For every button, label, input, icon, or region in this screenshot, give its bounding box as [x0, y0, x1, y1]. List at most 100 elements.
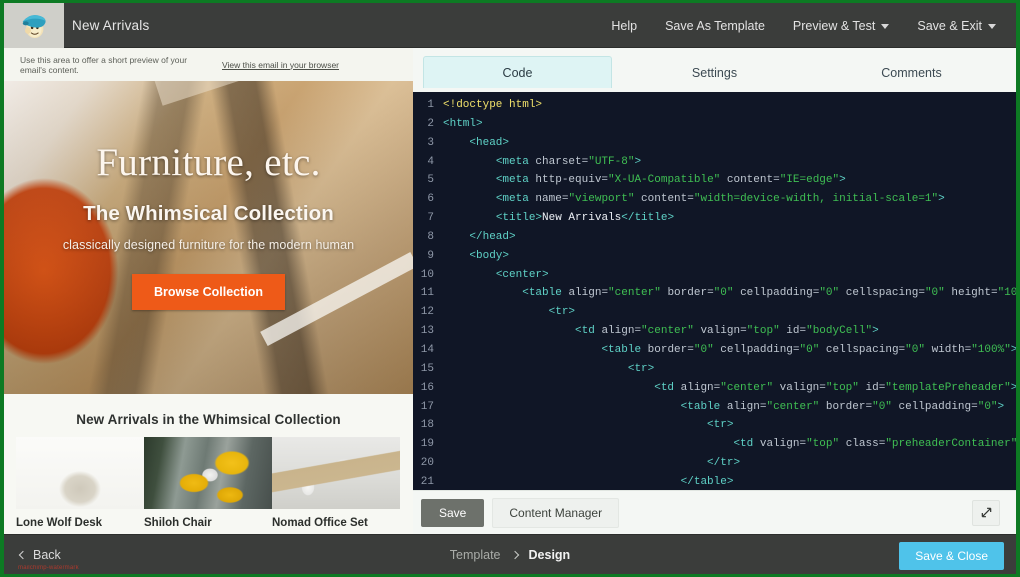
- mailchimp-logo-tile[interactable]: [4, 3, 64, 48]
- tab-settings[interactable]: Settings: [620, 56, 809, 88]
- preheader-bar: Use this area to offer a short preview o…: [4, 48, 413, 81]
- code-editor-panel: Code Settings Comments 1 <!doctype html> 2…: [413, 48, 1016, 534]
- view-in-browser-link[interactable]: View this email in your browser: [222, 60, 397, 70]
- hero-text-block: Furniture, etc. The Whimsical Collection…: [4, 81, 413, 394]
- save-and-close-button[interactable]: Save & Close: [899, 542, 1004, 570]
- new-arrivals-section: New Arrivals in the Whimsical Collection…: [4, 394, 413, 534]
- line-content[interactable]: <tr>: [443, 416, 733, 435]
- code-line: 17 <table align="center" border="0" cell…: [413, 398, 1016, 417]
- top-navigation: Help Save As Template Preview & Test Sav…: [597, 3, 1010, 48]
- nav-save-as-template[interactable]: Save As Template: [651, 13, 779, 39]
- line-content[interactable]: <table align="center" border="0" cellpad…: [443, 398, 1005, 417]
- breadcrumb-template[interactable]: Template: [450, 548, 501, 562]
- line-number: 6: [427, 193, 434, 206]
- code-line: 7 <title>New Arrivals</title>: [413, 209, 1016, 228]
- code-line: 8 </head>: [413, 228, 1016, 247]
- code-line: 16 <td align="center" valign="top" id="t…: [413, 379, 1016, 398]
- hero-subheadline: The Whimsical Collection: [83, 202, 334, 225]
- line-content[interactable]: <meta http-equiv="X-UA-Compatible" conte…: [443, 171, 846, 190]
- page-title: New Arrivals: [72, 18, 150, 33]
- expand-editor-button[interactable]: [972, 499, 1000, 526]
- product-image: [144, 437, 272, 509]
- line-number: 7: [427, 212, 434, 225]
- line-number: 16: [420, 381, 434, 394]
- chevron-right-icon: [510, 550, 519, 560]
- line-number: 2: [427, 117, 434, 130]
- code-area[interactable]: 1 <!doctype html> 2 <html> 3 <head> 4 <meta c…: [413, 92, 1016, 490]
- product-name: Shiloh Chair: [144, 517, 212, 529]
- tab-code-label: Code: [502, 65, 533, 80]
- save-button[interactable]: Save: [421, 498, 485, 527]
- line-content[interactable]: <tr>: [443, 303, 575, 322]
- content-manager-button[interactable]: Content Manager: [492, 497, 620, 528]
- tab-comments[interactable]: Comments: [817, 56, 1006, 88]
- line-number: 18: [420, 419, 434, 432]
- nav-help[interactable]: Help: [597, 13, 651, 39]
- line-number: 8: [427, 230, 434, 243]
- line-number: 12: [420, 306, 434, 319]
- line-number: 15: [420, 362, 434, 375]
- product-row: Lone Wolf Desk Shiloh Chair Nomad Office…: [4, 437, 413, 529]
- line-content[interactable]: <table align="center" border="0" cellpad…: [443, 284, 1016, 303]
- line-number: 1: [427, 99, 434, 111]
- editor-tabs: Code Settings Comments: [413, 48, 1016, 92]
- line-content[interactable]: <center>: [443, 266, 549, 285]
- breadcrumb: Template Design: [4, 535, 1016, 574]
- code-line: 12 <tr>: [413, 303, 1016, 322]
- line-content[interactable]: <tr>: [443, 360, 654, 379]
- code-line: 20 </tr>: [413, 454, 1016, 473]
- line-content[interactable]: <meta charset="UTF-8">: [443, 153, 641, 172]
- line-number: 5: [427, 174, 434, 187]
- code-line: 5 <meta http-equiv="X-UA-Compatible" con…: [413, 171, 1016, 190]
- code-line: 10 <center>: [413, 266, 1016, 285]
- line-number: 20: [420, 457, 434, 470]
- product-card[interactable]: Nomad Office Set: [272, 437, 400, 529]
- line-content[interactable]: <!doctype html>: [443, 96, 542, 115]
- line-content[interactable]: <td valign="top" class="preheaderContain…: [443, 435, 1016, 454]
- line-number: 14: [420, 343, 434, 356]
- expand-diagonal-icon: [981, 507, 991, 518]
- browse-collection-button[interactable]: Browse Collection: [131, 274, 286, 310]
- line-content[interactable]: </tr>: [443, 454, 740, 473]
- tab-code[interactable]: Code: [423, 56, 612, 88]
- code-line: 3 <head>: [413, 134, 1016, 153]
- code-line: 1 <!doctype html>: [413, 96, 1016, 115]
- line-content[interactable]: <table border="0" cellpadding="0" cellsp…: [443, 341, 1016, 360]
- line-number: 10: [420, 268, 434, 281]
- mailchimp-freddie-logo: [22, 14, 46, 38]
- code-line: 21 </table>: [413, 473, 1016, 490]
- chevron-down-icon: [881, 24, 890, 29]
- line-content[interactable]: </table>: [443, 473, 734, 490]
- code-line: 19 <td valign="top" class="preheaderCont…: [413, 435, 1016, 454]
- product-name: Lone Wolf Desk: [16, 517, 103, 529]
- code-line: 13 <td align="center" valign="top" id="b…: [413, 322, 1016, 341]
- nav-preview-and-test[interactable]: Preview & Test: [779, 13, 903, 39]
- line-content[interactable]: <title>New Arrivals</title>: [443, 209, 674, 228]
- line-content[interactable]: </head>: [443, 228, 515, 247]
- line-content[interactable]: <td align="center" valign="top" id="temp…: [443, 379, 1016, 398]
- code-line: 2 <html>: [413, 115, 1016, 134]
- line-content[interactable]: <td align="center" valign="top" id="body…: [443, 322, 879, 341]
- nav-save-and-exit[interactable]: Save & Exit: [903, 13, 1010, 39]
- product-image: [272, 437, 400, 509]
- tab-settings-label: Settings: [691, 65, 738, 80]
- line-content[interactable]: <body>: [443, 247, 509, 266]
- line-content[interactable]: <html>: [443, 115, 483, 134]
- line-number: 11: [420, 287, 434, 300]
- line-number: 21: [420, 475, 434, 488]
- nav-save-and-exit-label: Save & Exit: [917, 18, 982, 33]
- code-lines[interactable]: 1 <!doctype html> 2 <html> 3 <head> 4 <meta c…: [413, 92, 1016, 490]
- preheader-text[interactable]: Use this area to offer a short preview o…: [20, 55, 212, 75]
- chevron-left-icon: [18, 550, 28, 560]
- line-number: 4: [427, 155, 434, 168]
- code-line: 6 <meta name="viewport" content="width=d…: [413, 190, 1016, 209]
- line-number: 9: [427, 249, 434, 262]
- hero-section[interactable]: Furniture, etc. The Whimsical Collection…: [4, 81, 413, 394]
- line-content[interactable]: <meta name="viewport" content="width=dev…: [443, 190, 945, 209]
- product-card[interactable]: Lone Wolf Desk: [16, 437, 144, 529]
- email-preview-panel[interactable]: Use this area to offer a short preview o…: [4, 48, 413, 534]
- line-content[interactable]: <head>: [443, 134, 509, 153]
- code-line: 18 <tr>: [413, 416, 1016, 435]
- product-name: Nomad Office Set: [272, 517, 368, 529]
- product-card[interactable]: Shiloh Chair: [144, 437, 272, 529]
